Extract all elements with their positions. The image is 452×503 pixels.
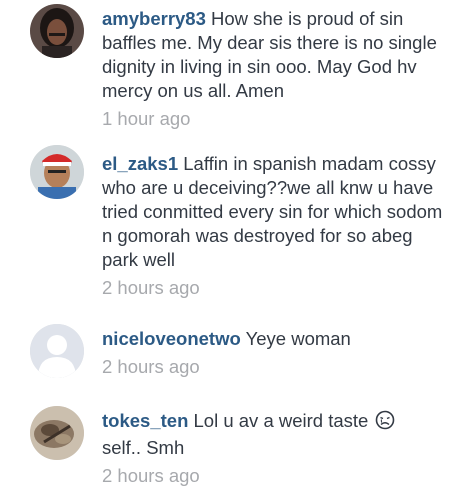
- default-avatar-icon: [30, 324, 84, 378]
- comment-username[interactable]: el_zaks1: [102, 153, 178, 174]
- avatar[interactable]: [30, 4, 84, 58]
- comment-body: Lol u av a weird taste: [193, 410, 369, 431]
- comment-timestamp: 2 hours ago: [102, 465, 200, 486]
- comment-text: amyberry83 How she is proud of sin baffl…: [102, 7, 447, 103]
- comment-text: tokes_ten Lol u av a weird taste self.. …: [102, 409, 447, 460]
- comment-username[interactable]: tokes_ten: [102, 410, 188, 431]
- comment-timestamp: 2 hours ago: [102, 356, 200, 377]
- avatar-photo-woman-icon: [30, 4, 84, 58]
- comment-timestamp: 1 hour ago: [102, 108, 191, 129]
- comment-body-continued: self.. Smh: [102, 437, 185, 458]
- comment-text: el_zaks1 Laffin in spanish madam cossy w…: [102, 152, 447, 272]
- comment-username[interactable]: amyberry83: [102, 8, 206, 29]
- comment-username[interactable]: niceloveonetwo: [102, 328, 241, 349]
- crying-face-emoji-icon: [375, 410, 395, 436]
- comment-timestamp: 2 hours ago: [102, 277, 200, 298]
- comment-text: niceloveonetwo Yeye woman: [102, 327, 447, 351]
- comment-body: Yeye woman: [245, 328, 351, 349]
- avatar[interactable]: [30, 145, 84, 199]
- avatar[interactable]: [30, 406, 84, 460]
- avatar-photo-man-red-cap-icon: [30, 145, 84, 199]
- avatar[interactable]: [30, 324, 84, 378]
- avatar-photo-food-icon: [30, 406, 84, 460]
